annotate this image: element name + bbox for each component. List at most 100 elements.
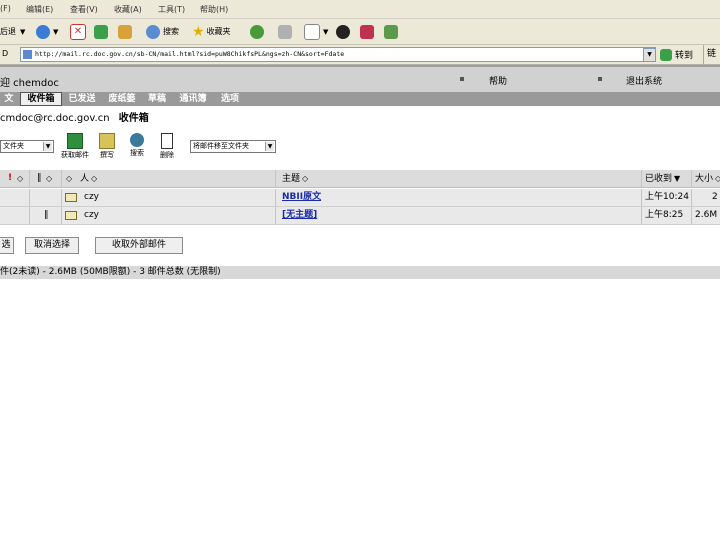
search-mail-button[interactable]: 搜索 bbox=[126, 133, 148, 158]
delete-button[interactable]: 删除 bbox=[156, 133, 178, 160]
stop-button[interactable]: ✕ bbox=[70, 23, 89, 40]
tab-options[interactable]: 选项 bbox=[216, 92, 244, 106]
chevron-down-icon: ▼ bbox=[265, 142, 274, 151]
size-column-header[interactable]: 大小 ◇ bbox=[695, 170, 720, 187]
contacts-button[interactable] bbox=[384, 23, 401, 40]
tab-sent[interactable]: 已发送 bbox=[64, 92, 100, 106]
message-table-header: ! ◇ ‖ ◇ ◇ 人 ◇ 主题 ◇ 已收到 ▼ 大小 ◇ bbox=[0, 170, 720, 188]
menu-file[interactable]: (F) bbox=[0, 4, 11, 13]
tab-inbox[interactable]: 收件箱 bbox=[20, 92, 62, 106]
column-divider bbox=[29, 189, 30, 206]
menu-favorites[interactable]: 收藏(A) bbox=[114, 4, 142, 15]
column-divider bbox=[641, 189, 642, 206]
tab-trash[interactable]: 废纸篓 bbox=[104, 92, 140, 106]
page-icon bbox=[23, 49, 32, 59]
get-mail-icon bbox=[67, 133, 83, 149]
message-received: 上午10:24 bbox=[645, 192, 689, 202]
message-from: czy bbox=[84, 210, 99, 220]
menu-view[interactable]: 查看(V) bbox=[70, 4, 98, 15]
print-button[interactable]: ▼ bbox=[304, 23, 328, 40]
sort-icon[interactable]: ◇ bbox=[46, 170, 52, 187]
move-to-folder-select[interactable]: 将邮件移至文件夹 ▼ bbox=[190, 140, 276, 153]
edit-button[interactable] bbox=[360, 23, 377, 40]
back-button[interactable]: 后退 ▼ bbox=[0, 23, 25, 40]
history-button[interactable] bbox=[250, 23, 267, 40]
chevron-down-icon: ▼ bbox=[20, 27, 26, 36]
go-button[interactable]: 转到 bbox=[660, 47, 693, 62]
table-row[interactable]: ‖ czy [无主题] 上午8:25 2.6M bbox=[0, 207, 720, 225]
menu-tools[interactable]: 工具(T) bbox=[158, 4, 185, 15]
get-mail-button[interactable]: 获取邮件 bbox=[60, 133, 90, 160]
tab-contacts[interactable]: 通讯簿 bbox=[174, 92, 212, 106]
url-input[interactable]: http://mail.rc.doc.gov.cn/sb-CN/mail.htm… bbox=[20, 47, 656, 62]
mail-button[interactable] bbox=[278, 23, 295, 40]
refresh-button[interactable] bbox=[94, 23, 111, 40]
move-select-value: 将邮件移至文件夹 bbox=[193, 142, 249, 150]
star-icon: ★ bbox=[192, 23, 205, 40]
mail-header: 迎 chemdoc 帮助 退出系统 bbox=[0, 65, 720, 93]
search-label: 搜索 bbox=[163, 27, 179, 36]
deselect-all-button[interactable]: 取消选择 bbox=[25, 237, 79, 254]
messenger-button[interactable] bbox=[336, 23, 353, 40]
mail-icon bbox=[278, 24, 292, 39]
menu-edit[interactable]: 编辑(E) bbox=[26, 4, 53, 15]
search-icon bbox=[146, 24, 160, 39]
sort-icon[interactable]: ◇ bbox=[17, 170, 23, 187]
folder-select-value: 文件夹 bbox=[3, 142, 24, 150]
print-icon bbox=[304, 23, 320, 40]
message-subject-link[interactable]: NBII原文 bbox=[282, 189, 321, 206]
compose-icon bbox=[99, 133, 115, 149]
subject-column-header[interactable]: 主题 ◇ bbox=[282, 170, 308, 187]
select-all-button[interactable]: 选 bbox=[0, 237, 14, 254]
compose-button[interactable]: 撰写 bbox=[96, 133, 118, 160]
binoculars-icon bbox=[130, 133, 144, 147]
from-column-header[interactable]: 人 ◇ bbox=[80, 170, 97, 187]
history-icon bbox=[250, 24, 264, 39]
logout-link[interactable]: 退出系统 bbox=[626, 74, 662, 87]
sort-icon[interactable]: ◇ bbox=[66, 170, 72, 187]
column-divider bbox=[691, 189, 692, 206]
refresh-icon bbox=[94, 24, 108, 39]
home-icon bbox=[118, 24, 132, 39]
links-button[interactable]: 链接 bbox=[703, 45, 720, 78]
bullet-icon bbox=[598, 77, 602, 81]
sort-icon: ◇ bbox=[302, 174, 309, 183]
chevron-down-icon: ▼ bbox=[43, 142, 52, 151]
search-mail-label: 搜索 bbox=[130, 149, 144, 157]
favorites-label: 收藏夹 bbox=[206, 27, 231, 36]
account-row: cmdoc@rc.doc.gov.cn 收件箱 bbox=[0, 109, 149, 124]
get-mail-label: 获取邮件 bbox=[61, 151, 89, 159]
compose-label: 撰写 bbox=[100, 151, 114, 159]
table-row[interactable]: czy NBII原文 上午10:24 2 bbox=[0, 189, 720, 207]
message-received: 上午8:25 bbox=[645, 210, 684, 220]
priority-column-icon[interactable]: ! bbox=[8, 170, 12, 187]
help-link[interactable]: 帮助 bbox=[489, 74, 507, 87]
received-column-header[interactable]: 已收到 ▼ bbox=[645, 170, 680, 187]
contacts-icon bbox=[384, 24, 398, 39]
tab-compose[interactable]: 文 bbox=[0, 92, 18, 106]
column-divider bbox=[275, 189, 276, 206]
tab-drafts[interactable]: 草稿 bbox=[144, 92, 170, 106]
message-subject-link[interactable]: [无主题] bbox=[282, 207, 317, 224]
forward-button[interactable]: ▼ bbox=[36, 23, 58, 40]
message-from: czy bbox=[84, 192, 99, 202]
sort-icon: ◇ bbox=[91, 174, 98, 183]
home-button[interactable] bbox=[118, 23, 135, 40]
favorites-button[interactable]: ★ 收藏夹 bbox=[192, 23, 231, 40]
fetch-external-mail-button[interactable]: 收取外部邮件 bbox=[95, 237, 183, 254]
attachment-column-icon[interactable]: ‖ bbox=[37, 170, 42, 187]
folder-select[interactable]: 文件夹 ▼ bbox=[0, 140, 54, 153]
column-divider bbox=[691, 207, 692, 224]
chevron-down-icon: ▼ bbox=[323, 27, 329, 36]
paperclip-icon: ‖ bbox=[44, 210, 49, 220]
column-divider bbox=[275, 170, 276, 187]
search-button[interactable]: 搜索 bbox=[146, 23, 179, 40]
address-label: D bbox=[2, 49, 9, 58]
from-header-label: 人 bbox=[80, 174, 90, 184]
menu-help[interactable]: 帮助(H) bbox=[200, 4, 228, 15]
read-envelope-icon bbox=[65, 193, 77, 202]
column-divider bbox=[61, 207, 62, 224]
url-dropdown-chevron-icon[interactable]: ▼ bbox=[643, 48, 656, 62]
read-envelope-icon bbox=[65, 211, 77, 220]
message-size: 2 bbox=[712, 192, 718, 202]
